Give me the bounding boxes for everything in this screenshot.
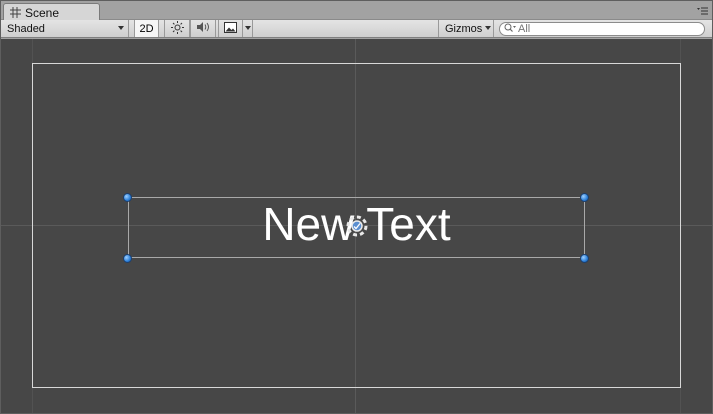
gizmos-label: Gizmos (445, 22, 483, 35)
tab-label: Scene (25, 5, 60, 20)
resize-handle-bottom-left[interactable] (123, 254, 132, 263)
search-input[interactable] (518, 23, 688, 35)
resize-handle-bottom-right[interactable] (580, 254, 589, 263)
scene-viewport[interactable]: New Text (1, 39, 712, 413)
effects-icon (224, 21, 237, 36)
chevron-down-icon (485, 26, 491, 30)
chevron-down-icon (118, 26, 124, 30)
effects-toggle[interactable] (218, 20, 242, 37)
2d-mode-label: 2D (139, 22, 154, 35)
chevron-down-icon (245, 26, 251, 30)
shading-mode-label: Shaded (7, 22, 45, 35)
search-field[interactable] (499, 22, 705, 36)
tab-scene[interactable]: Scene (3, 3, 100, 21)
window-menu-icon[interactable] (696, 6, 708, 16)
2d-mode-toggle[interactable]: 2D (134, 20, 159, 37)
resize-handle-top-left[interactable] (123, 193, 132, 202)
shading-mode-dropdown[interactable]: Shaded (1, 20, 129, 37)
audio-toggle[interactable] (190, 20, 216, 37)
lighting-icon (170, 20, 184, 37)
resize-handle-top-right[interactable] (580, 193, 589, 202)
audio-icon (196, 21, 210, 36)
gizmos-dropdown[interactable]: Gizmos (438, 20, 494, 37)
lighting-toggle[interactable] (164, 20, 190, 37)
scene-toolbar: Shaded 2D Gizmos (1, 20, 712, 38)
tab-strip: Scene (1, 1, 712, 21)
scene-grid-icon (10, 7, 21, 18)
scene-window: Scene Shaded 2D Gizmos All New Text (0, 0, 713, 414)
effects-dropdown[interactable] (242, 20, 253, 37)
pivot-gizmo-icon[interactable] (344, 213, 370, 239)
search-icon (504, 23, 516, 36)
